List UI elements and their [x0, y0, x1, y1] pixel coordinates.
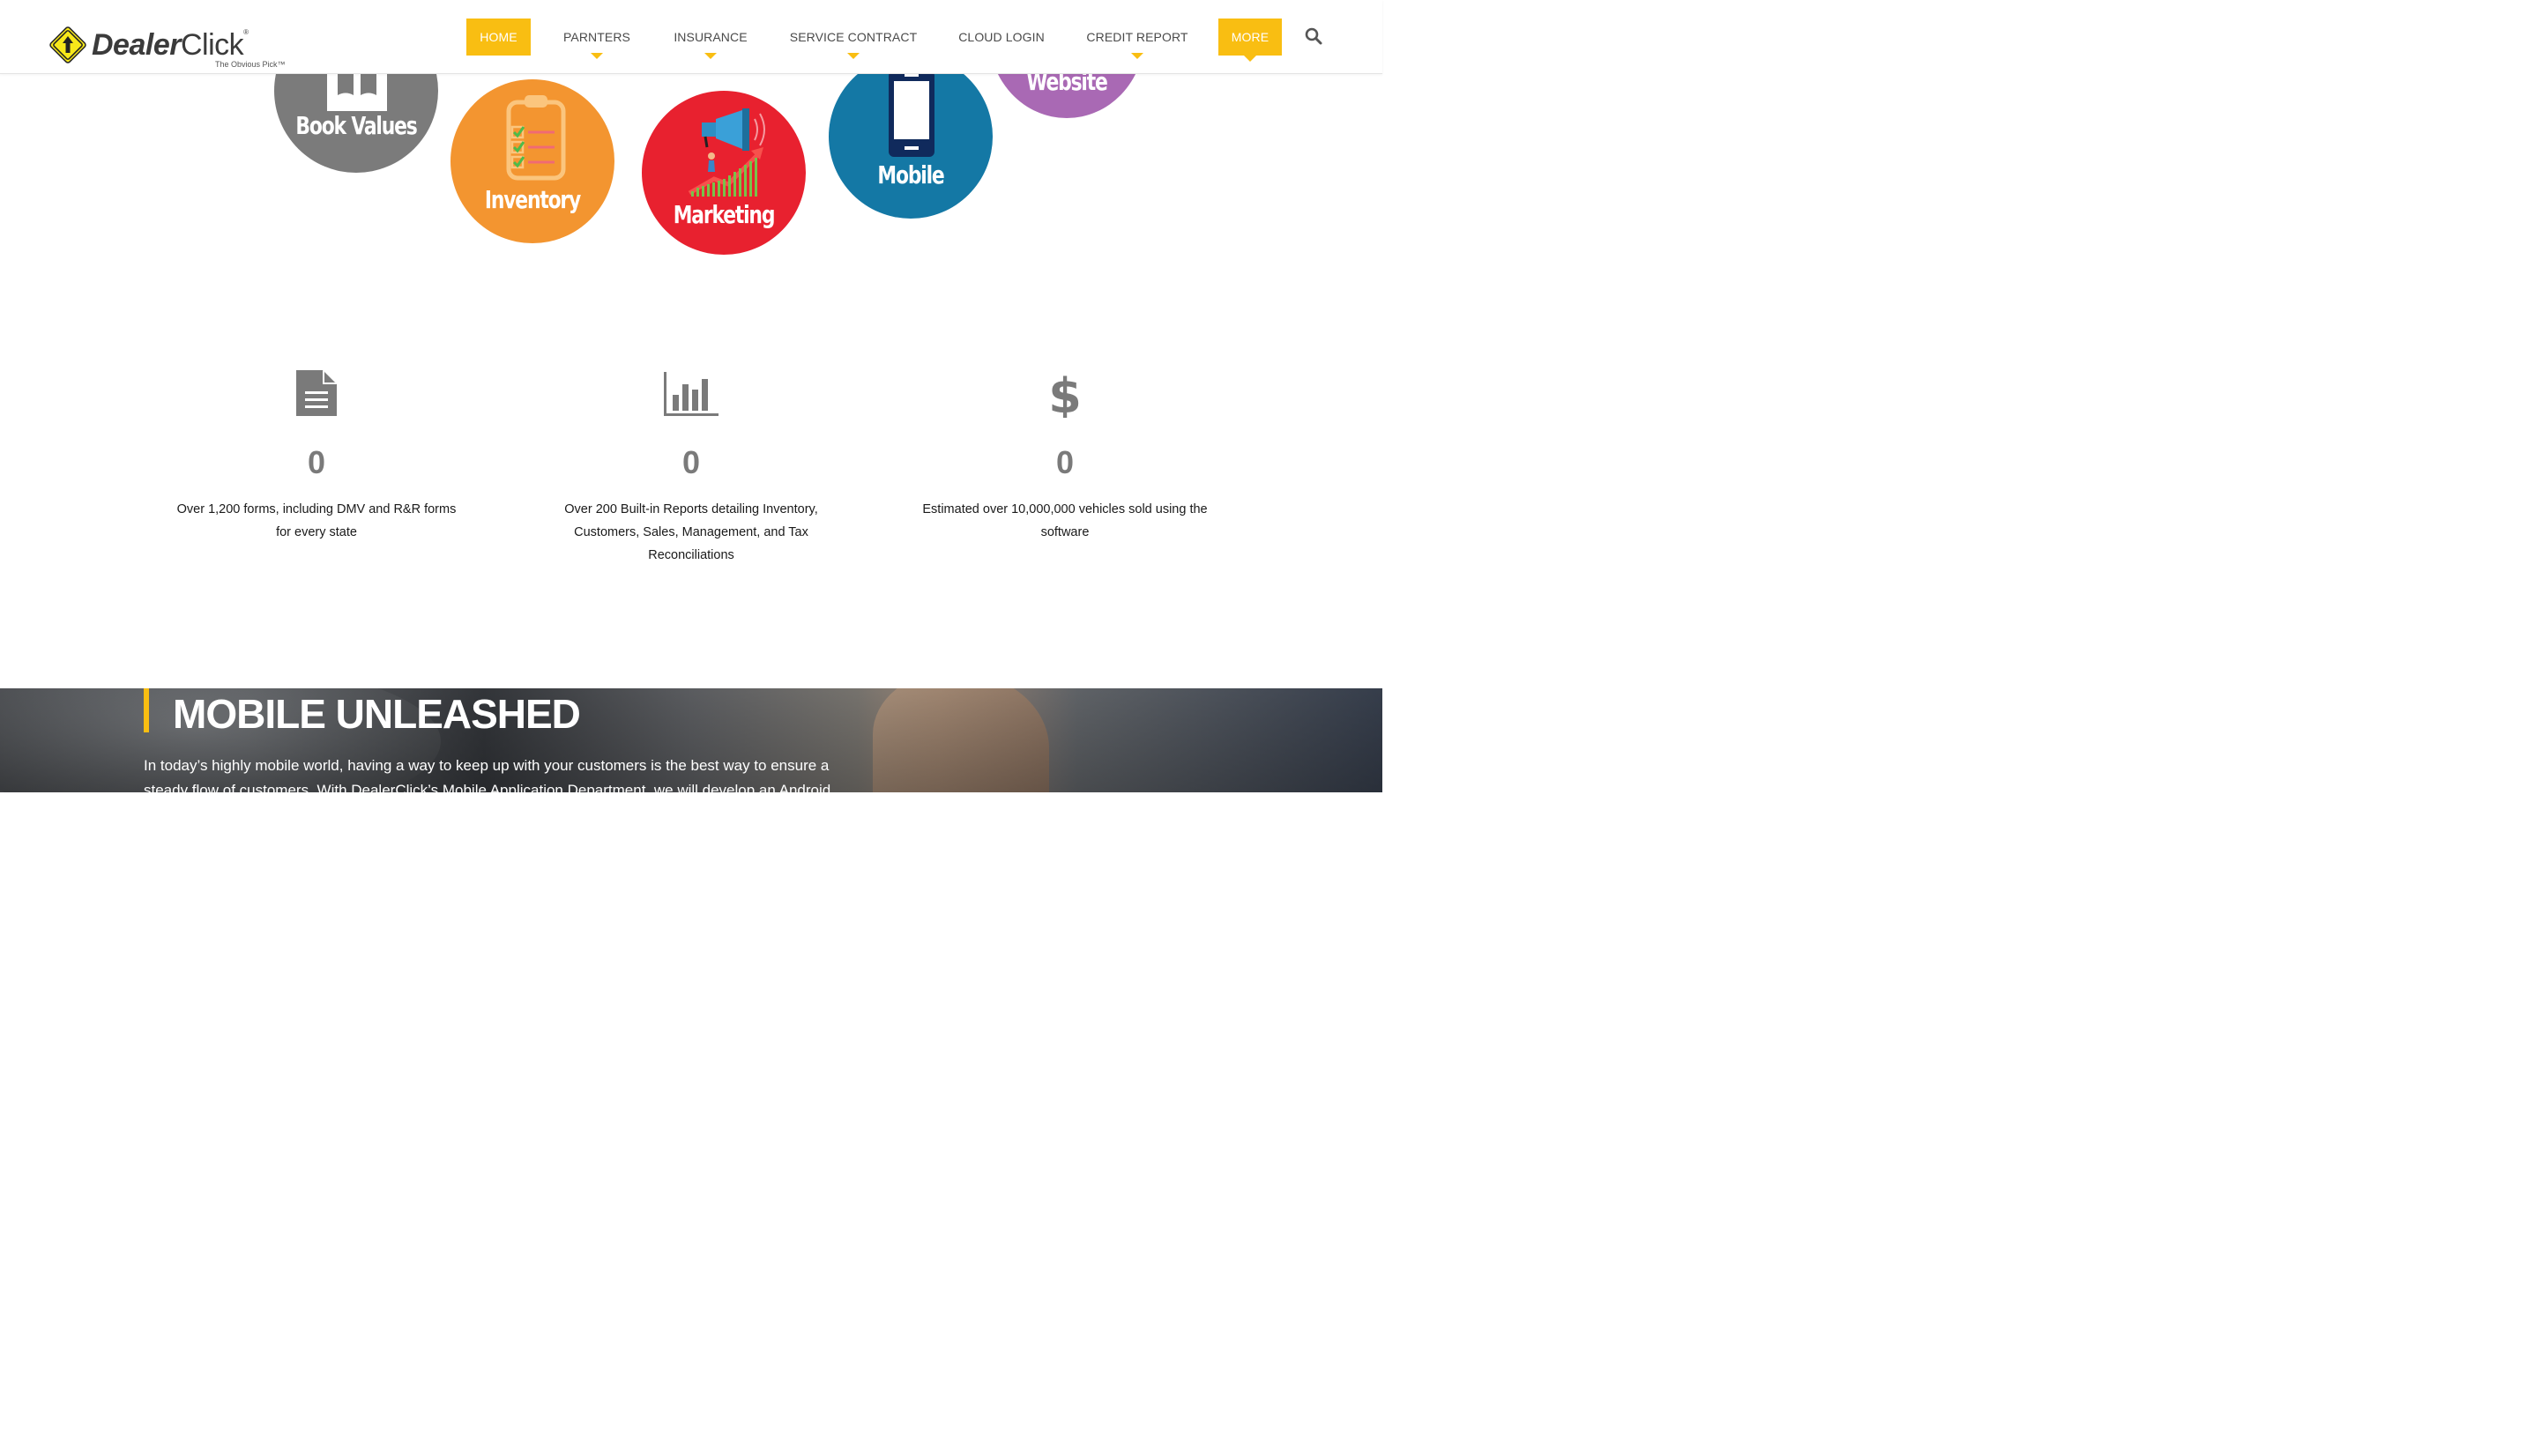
section-accent-bar: [144, 688, 149, 732]
feature-label: Mobile: [877, 160, 944, 189]
feature-label: Marketing: [673, 200, 776, 229]
dropdown-caret-icon: [704, 53, 717, 59]
document-icon: [296, 370, 337, 416]
svg-text:$: $: [1049, 368, 1081, 418]
dropdown-caret-icon: [1131, 53, 1143, 59]
stat-description: Over 1,200 forms, including DMV and R&R …: [176, 502, 457, 539]
nav-home-label: HOME: [480, 30, 517, 44]
feature-mobile[interactable]: Mobile: [829, 55, 993, 219]
nav-insurance-label: INSURANCE: [674, 30, 748, 44]
nav-credit-report-label: CREDIT REPORT: [1086, 30, 1188, 44]
stat-vehicles: $ 0 Estimated over 10,000,000 vehicles s…: [915, 368, 1215, 544]
nav-partners[interactable]: PARNTERS: [555, 19, 638, 59]
feature-label: Book Values: [295, 111, 417, 140]
dollar-icon: $: [1049, 368, 1081, 418]
smartphone-icon: [889, 71, 934, 157]
nav-service-contract-label: SERVICE CONTRACT: [789, 30, 918, 44]
nav-service-contract[interactable]: SERVICE CONTRACT: [783, 19, 924, 59]
search-icon[interactable]: [1304, 26, 1323, 46]
nav-credit-report[interactable]: CREDIT REPORT: [1079, 19, 1195, 59]
nav-partners-label: PARNTERS: [563, 30, 630, 44]
site-header: DealerClick® The Obvious Pick™ HOME PARN…: [0, 0, 1382, 74]
megaphone-icon: [688, 108, 765, 197]
dropdown-caret-icon: [1244, 56, 1256, 62]
stat-reports: 0 Over 200 Built-in Reports detailing In…: [541, 368, 841, 567]
feature-inventory[interactable]: Inventory: [450, 79, 614, 243]
dropdown-caret-icon: [847, 53, 860, 59]
nav-insurance[interactable]: INSURANCE: [663, 19, 758, 59]
nav-cloud-login-label: CLOUD LOGIN: [958, 30, 1045, 44]
nav-home[interactable]: HOME: [466, 19, 531, 56]
nav-more[interactable]: MORE: [1218, 19, 1282, 62]
section-body-text: In today’s highly mobile world, having a…: [144, 757, 831, 792]
bar-chart-icon: [664, 372, 719, 416]
mobile-unleashed-section: MOBILE UNLEASHED In today’s highly mobil…: [0, 688, 1382, 792]
stat-value: 0: [681, 444, 701, 480]
stat-description: Over 200 Built-in Reports detailing Inve…: [564, 502, 818, 562]
feature-marketing[interactable]: Marketing: [642, 91, 806, 255]
main-nav: HOME PARNTERS INSURANCE SERVICE CONTRACT…: [0, 0, 1382, 74]
stat-forms: 0 Over 1,200 forms, including DMV and R&…: [167, 368, 466, 544]
stat-description: Estimated over 10,000,000 vehicles sold …: [922, 502, 1208, 539]
dropdown-caret-icon: [591, 53, 603, 59]
feature-label: Inventory: [484, 185, 581, 214]
clipboard-icon: [506, 95, 566, 181]
stat-value: 0: [307, 444, 326, 480]
stat-value: 0: [1055, 444, 1075, 480]
nav-more-label: MORE: [1231, 30, 1270, 44]
nav-cloud-login[interactable]: CLOUD LOGIN: [949, 19, 1054, 56]
section-title: MOBILE UNLEASHED: [173, 691, 581, 737]
